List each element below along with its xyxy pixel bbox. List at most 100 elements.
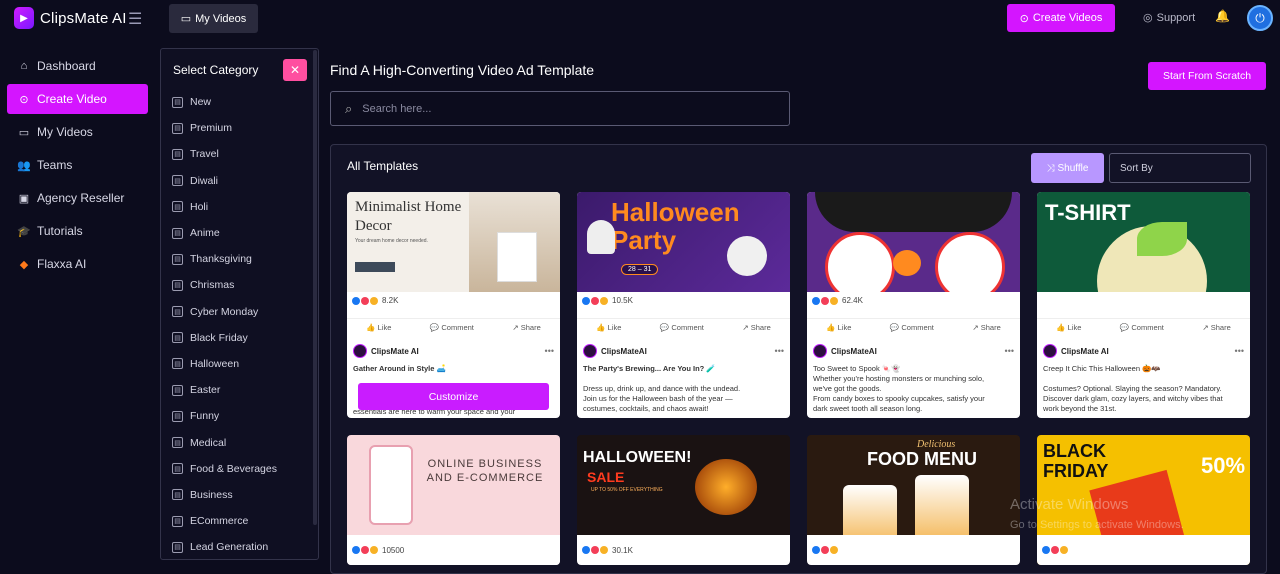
category-item-thanksgiving[interactable]: ▤ Thanksgiving [172,246,312,272]
category-item-easter[interactable]: ▤ Easter [172,377,312,403]
topnav-my-videos-button[interactable]: ▭ My Videos [169,4,258,33]
template-thumbnail[interactable]: Minimalist Home Decor Your dream home de… [347,192,560,292]
post-author: ClipsMate AI [353,344,419,358]
support-link[interactable]: ◎ Support [1143,11,1195,25]
share-label: Share [750,323,771,332]
comment-button[interactable]: 💬 Comment [1120,323,1164,332]
sidebar-item-label: Teams [37,158,73,172]
template-card[interactable]: HALLOWEEN! SALE UP TO 50% OFF EVERYTHING… [577,435,790,565]
author-name: ClipsMateAI [601,346,647,356]
sidebar-item-agency-reseller[interactable]: ▣ Agency Reseller [7,183,148,213]
comment-button[interactable]: 💬 Comment [430,323,474,332]
category-item-new[interactable]: ▤ New [172,89,312,115]
sidebar-item-label: My Videos [37,125,93,139]
category-item-premium[interactable]: ▤ Premium [172,115,312,141]
template-card[interactable]: 62.4K 👍 Like 💬 Comment ↗ Share ClipsMate… [807,192,1020,418]
support-icon: ◎ [1143,12,1153,24]
category-label: Cyber Monday [190,305,259,318]
template-thumbnail[interactable] [807,192,1020,292]
category-icon: ▤ [172,96,183,108]
more-options-icon[interactable]: ••• [1235,346,1244,356]
author-name: ClipsMateAI [831,346,877,356]
category-item-black-friday[interactable]: ▤ Black Friday [172,325,312,351]
share-button[interactable]: ↗ Share [512,323,540,332]
category-icon: ▤ [172,541,183,553]
thumbnail-title: Minimalist Home Decor [355,199,462,234]
customize-button[interactable]: Customize [358,383,549,410]
category-label: Funny [190,410,220,423]
category-item-cyber-monday[interactable]: ▤ Cyber Monday [172,299,312,325]
share-label: Share [980,323,1001,332]
template-thumbnail[interactable]: T-SHIRT [1037,192,1250,292]
post-text-line: The Party's Brewing... Are You In? 🧪 [583,364,716,373]
category-scrollbar[interactable] [313,50,317,525]
share-button[interactable]: ↗ Share [1202,323,1230,332]
shuffle-icon: ⤨ [1046,162,1055,174]
category-item-halloween[interactable]: ▤ Halloween [172,351,312,377]
reaction-icons [812,546,838,554]
hamburger-menu-icon[interactable]: ☰ [128,9,142,29]
more-options-icon[interactable]: ••• [545,346,554,356]
category-label: Medical [190,436,227,449]
more-options-icon[interactable]: ••• [775,346,784,356]
skull-icon [727,236,767,276]
like-button[interactable]: 👍 Like [596,323,621,332]
notification-bell-icon[interactable]: 🔔 [1215,9,1230,23]
template-thumbnail[interactable]: Halloween Party 28 – 31 [577,192,790,292]
category-item-travel[interactable]: ▤ Travel [172,141,312,167]
category-icon: ▤ [172,227,183,239]
category-item-food-beverages[interactable]: ▤ Food & Beverages [172,456,312,482]
app-logo[interactable]: ▶ ClipsMate AI [14,7,127,29]
reaction-summary: 8.2K [352,296,398,305]
more-options-icon[interactable]: ••• [1005,346,1014,356]
comment-button[interactable]: 💬 Comment [660,323,704,332]
shuffle-button[interactable]: ⤨ Shuffle [1031,153,1104,183]
share-button[interactable]: ↗ Share [742,323,770,332]
sidebar-item-dashboard[interactable]: ⌂ Dashboard [7,51,148,81]
post-text-line: costumes, cocktails, and chaos await! [583,404,709,413]
category-item-diwali[interactable]: ▤ Diwali [172,168,312,194]
like-label: Like [607,323,622,332]
template-card[interactable]: T-SHIRT 👍 Like 💬 Comment ↗ Share ClipsMa… [1037,192,1250,418]
windows-watermark-subtitle: Go to Settings to activate Windows. [1010,519,1184,531]
author-name: ClipsMate AI [1061,346,1109,356]
category-item-anime[interactable]: ▤ Anime [172,220,312,246]
close-category-button[interactable]: ✕ [283,59,307,81]
template-card[interactable]: Halloween Party 28 – 31 10.5K 👍 Like 💬 C… [577,192,790,418]
sidebar-item-create-video[interactable]: ⊙ Create Video [7,84,148,114]
like-button[interactable]: 👍 Like [826,323,851,332]
post-author: ClipsMate AI [1043,344,1109,358]
reaction-summary [1037,535,1250,565]
eyeball-icon [825,232,895,292]
category-item-funny[interactable]: ▤ Funny [172,403,312,429]
share-button[interactable]: ↗ Share [972,323,1000,332]
sunglasses-graphic [815,192,1012,232]
category-item-chrismas[interactable]: ▤ Chrismas [172,272,312,298]
category-item-holi[interactable]: ▤ Holi [172,194,312,220]
like-button[interactable]: 👍 Like [1056,323,1081,332]
template-card[interactable]: Delicious FOOD MENU [807,435,1020,565]
sidebar-item-teams[interactable]: 👥 Teams [7,150,148,180]
like-button[interactable]: 👍 Like [366,323,391,332]
category-item-medical[interactable]: ▤ Medical [172,429,312,455]
avatar [1043,344,1057,358]
sidebar-item-my-videos[interactable]: ▭ My Videos [7,117,148,147]
search-input[interactable] [362,102,763,115]
sidebar-item-tutorials[interactable]: 🎓 Tutorials [7,216,148,246]
category-label: New [190,96,212,109]
reaction-summary: 10500 [347,535,560,565]
create-videos-button[interactable]: ⊙ Create Videos [1007,4,1115,32]
comment-button[interactable]: 💬 Comment [890,323,934,332]
template-card[interactable]: Minimalist Home Decor Your dream home de… [347,192,560,418]
sort-by-select[interactable]: Sort By [1109,153,1251,183]
user-avatar[interactable]: ⏻ [1247,5,1273,31]
reaction-count: 10500 [382,545,405,555]
start-from-scratch-button[interactable]: Start From Scratch [1148,62,1266,90]
post-text: The Party's Brewing... Are You In? 🧪 Dre… [583,364,783,414]
template-card[interactable]: ONLINE BUSINESS AND E-COMMERCE 10500 [347,435,560,565]
category-item-ecommerce[interactable]: ▤ ECommerce [172,508,312,534]
thumbnail-title: HALLOWEEN! [583,449,692,466]
category-item-business[interactable]: ▤ Business [172,482,312,508]
category-item-lead-generation[interactable]: ▤ Lead Generation [172,534,312,560]
sidebar-item-flaxxa-ai[interactable]: ◆ Flaxxa AI [7,249,148,279]
